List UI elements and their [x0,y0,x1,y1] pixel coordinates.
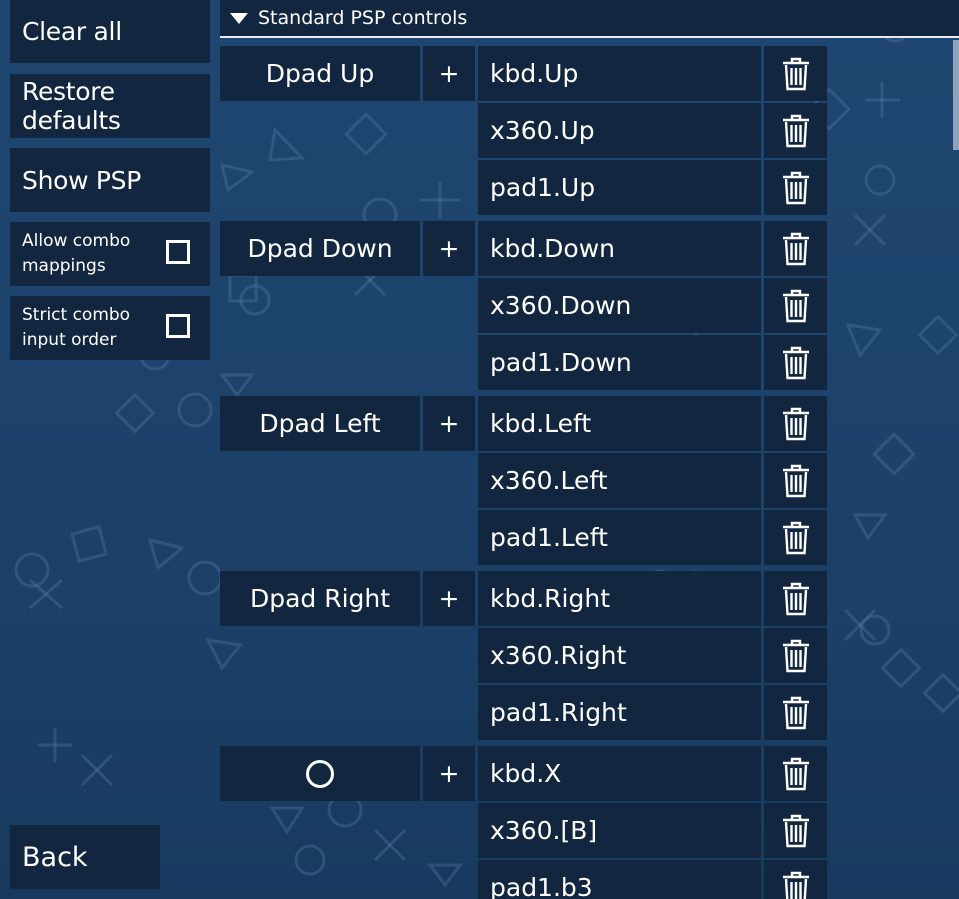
delete-mapping-button[interactable] [764,221,827,276]
control-name-2[interactable]: Dpad Left [220,396,420,451]
delete-mapping-button[interactable] [764,803,827,858]
mapping-entry[interactable]: pad1.b3 [478,860,761,899]
mapping-entry[interactable]: pad1.Up [478,160,761,215]
control-name-1[interactable]: Dpad Down [220,221,420,276]
trash-icon [781,171,811,205]
allow-combo-mappings-label: Allow combo mappings [22,231,131,276]
add-mapping-button[interactable]: + [423,46,475,101]
control-name-4[interactable] [220,746,420,801]
trash-icon [781,464,811,498]
add-mapping-button[interactable]: + [423,396,475,451]
collapse-triangle-icon [230,12,248,24]
delete-mapping-button[interactable] [764,278,827,333]
mapping-entry[interactable]: kbd.Up [478,46,761,101]
control-name-3[interactable]: Dpad Right [220,571,420,626]
strict-combo-order-toggle[interactable]: Strict combo input order [10,296,210,360]
allow-combo-mappings-toggle[interactable]: Allow combo mappings [10,222,210,286]
trash-icon [781,871,811,899]
trash-icon [781,289,811,323]
trash-icon [781,582,811,616]
delete-mapping-button[interactable] [764,46,827,101]
show-psp-button[interactable]: Show PSP [10,148,210,212]
trash-icon [781,639,811,673]
add-mapping-button[interactable]: + [423,221,475,276]
delete-mapping-button[interactable] [764,571,827,626]
mapping-entry[interactable]: kbd.Down [478,221,761,276]
back-button[interactable]: Back [10,825,160,889]
mapping-entry[interactable]: pad1.Down [478,335,761,390]
trash-icon [781,407,811,441]
trash-icon [781,757,811,791]
delete-mapping-button[interactable] [764,335,827,390]
section-header-standard-psp-controls[interactable]: Standard PSP controls [220,0,959,38]
trash-icon [781,696,811,730]
mapping-entry[interactable]: x360.[B] [478,803,761,858]
mapping-entry[interactable]: pad1.Right [478,685,761,740]
add-mapping-button[interactable]: + [423,571,475,626]
delete-mapping-button[interactable] [764,396,827,451]
add-mapping-button[interactable]: + [423,746,475,801]
clear-all-button[interactable]: Clear all [10,0,210,63]
restore-defaults-button[interactable]: Restore defaults [10,74,210,138]
mapping-entry[interactable]: kbd.Left [478,396,761,451]
delete-mapping-button[interactable] [764,860,827,899]
mapping-entry[interactable]: pad1.Left [478,510,761,565]
trash-icon [781,114,811,148]
strict-combo-order-checkbox[interactable] [166,314,190,338]
mapping-entry[interactable]: kbd.Right [478,571,761,626]
delete-mapping-button[interactable] [764,103,827,158]
mapping-entry[interactable]: x360.Left [478,453,761,508]
delete-mapping-button[interactable] [764,160,827,215]
delete-mapping-button[interactable] [764,685,827,740]
delete-mapping-button[interactable] [764,628,827,683]
delete-mapping-button[interactable] [764,510,827,565]
trash-icon [781,521,811,555]
trash-icon [781,814,811,848]
section-title: Standard PSP controls [258,7,468,29]
mapping-entry[interactable]: x360.Down [478,278,761,333]
mapping-entry[interactable]: kbd.X [478,746,761,801]
trash-icon [781,57,811,91]
delete-mapping-button[interactable] [764,746,827,801]
scrollbar-thumb[interactable] [953,40,959,150]
circle-icon [306,759,334,788]
allow-combo-mappings-checkbox[interactable] [166,240,190,264]
mapping-entry[interactable]: x360.Right [478,628,761,683]
mapping-entry[interactable]: x360.Up [478,103,761,158]
control-name-0[interactable]: Dpad Up [220,46,420,101]
trash-icon [781,346,811,380]
strict-combo-order-label: Strict combo input order [22,305,131,350]
trash-icon [781,232,811,266]
delete-mapping-button[interactable] [764,453,827,508]
